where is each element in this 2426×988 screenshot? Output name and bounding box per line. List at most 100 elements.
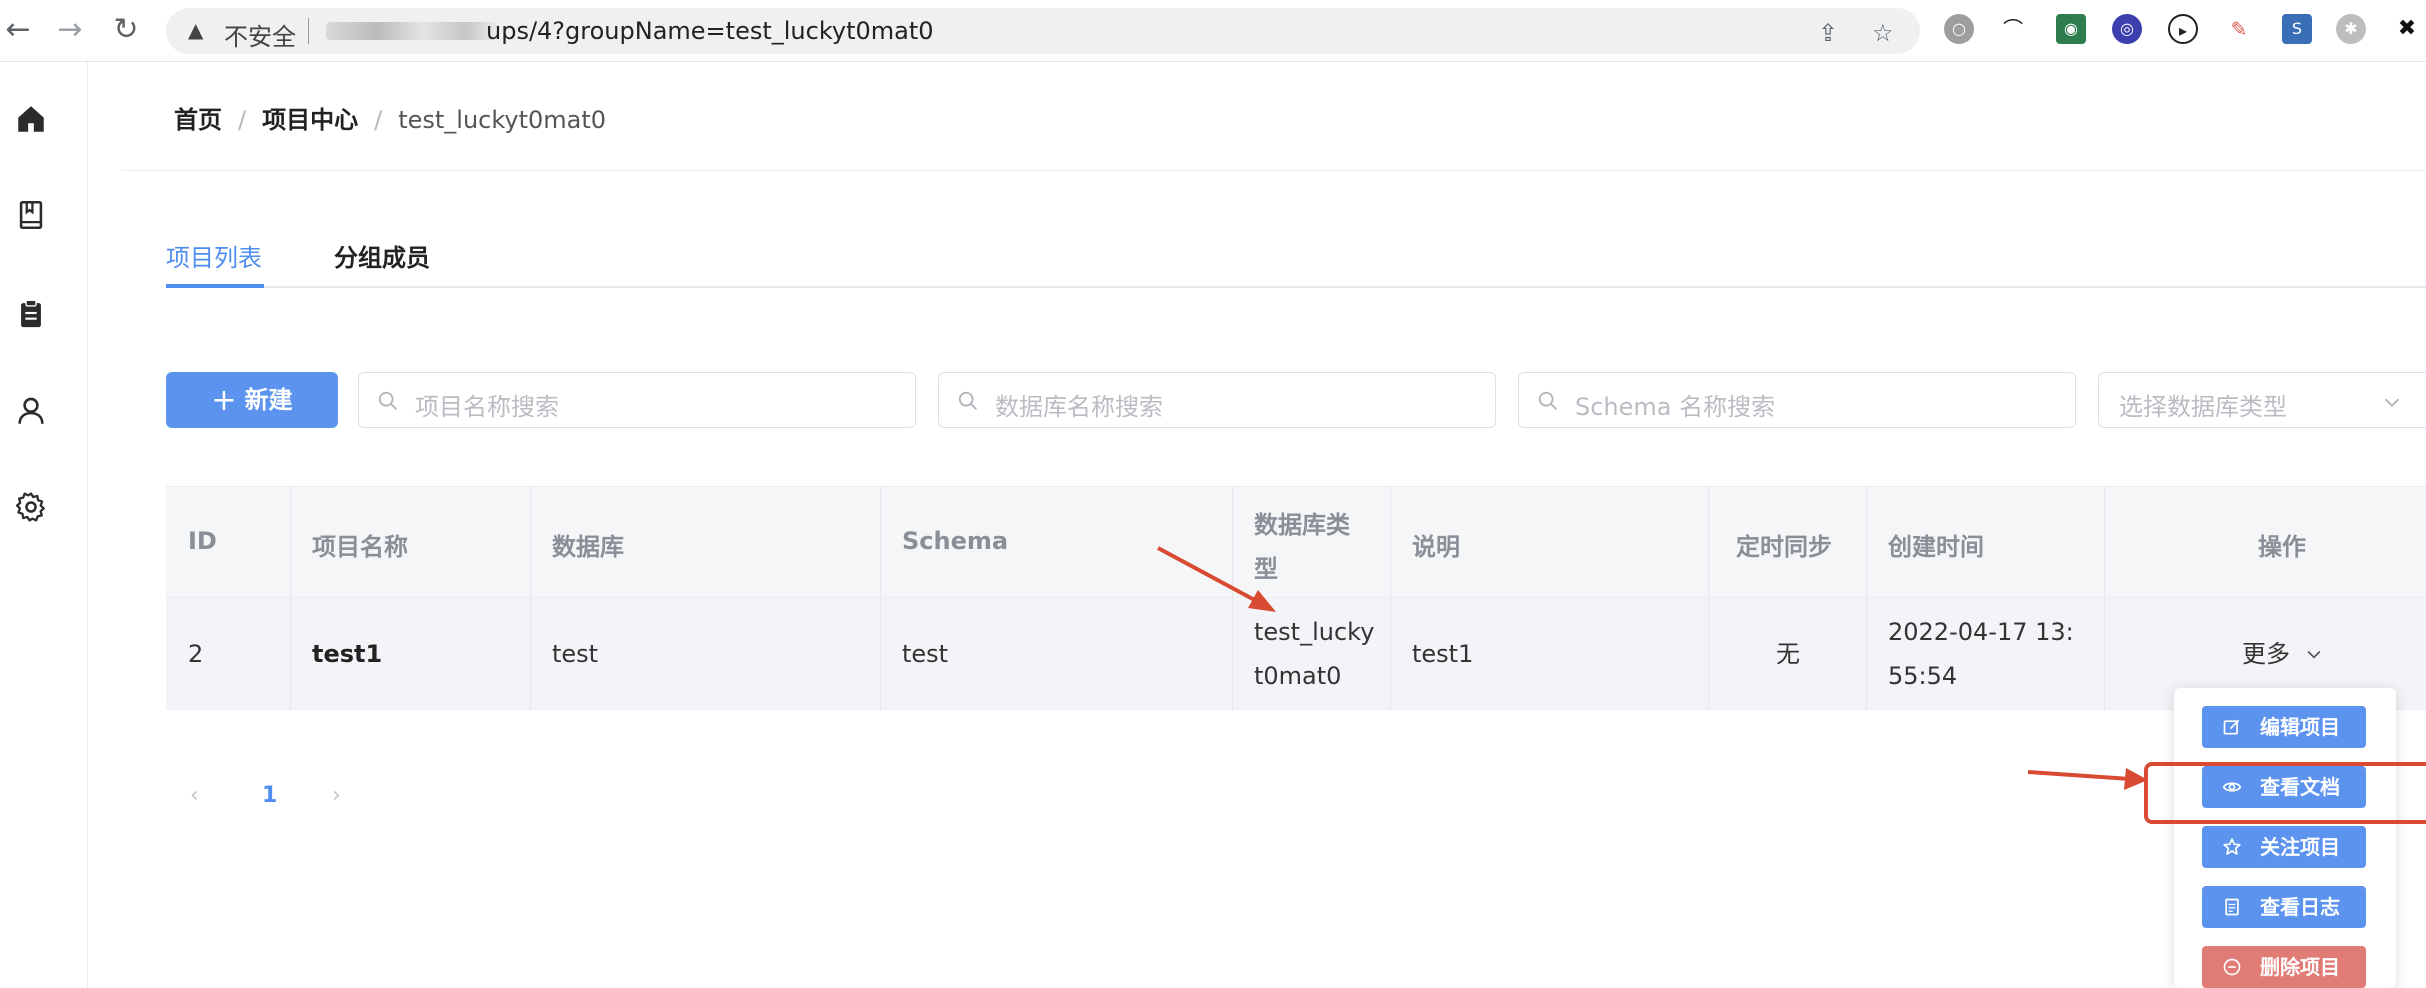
- column-divider: [1866, 486, 1867, 710]
- cell-db-type-line2: t0mat0: [1254, 662, 1342, 690]
- header-project-name: 项目名称: [312, 533, 408, 561]
- db-type-select-placeholder: 选择数据库类型: [2119, 393, 2287, 421]
- more-actions-label: 更多: [2242, 640, 2290, 668]
- table-row: 2 test1 test test test_lucky t0mat0 test…: [166, 598, 2426, 710]
- header-db-type-line1: 数据库类: [1254, 511, 1350, 539]
- more-actions-button[interactable]: 更多: [2242, 632, 2324, 676]
- column-divider: [2104, 486, 2105, 710]
- new-project-label: 新建: [244, 386, 293, 414]
- cell-schema: test: [902, 640, 949, 668]
- minus-circle-icon: [2223, 958, 2241, 976]
- tab-project-list[interactable]: 项目列表: [166, 238, 262, 273]
- annotation-arrowhead-viewdocs: [2124, 768, 2148, 790]
- gear-icon[interactable]: [14, 490, 48, 524]
- column-divider: [1708, 486, 1709, 710]
- search-icon: [958, 391, 977, 410]
- back-icon[interactable]: ←: [0, 12, 36, 48]
- cell-project-name: test1: [312, 640, 383, 668]
- extension-hat-icon[interactable]: ⌒: [1998, 14, 2028, 44]
- reload-icon[interactable]: ↻: [108, 12, 144, 48]
- tab-bar-line: [166, 286, 2426, 288]
- forward-icon[interactable]: →: [52, 12, 88, 48]
- user-icon[interactable]: [14, 394, 48, 428]
- cell-db-type-line1: test_lucky: [1254, 618, 1375, 646]
- chevron-down-icon: [2384, 398, 2400, 407]
- home-icon[interactable]: [14, 102, 48, 136]
- column-divider: [880, 486, 881, 710]
- search-icon: [378, 391, 397, 410]
- extension-feather-icon[interactable]: ✎: [2224, 14, 2254, 44]
- browser-toolbar: ← → ↻ ▲ 不安全 ups/4?groupName=test_luckyt0…: [0, 0, 2426, 62]
- view-logs-button[interactable]: 查看日志: [2202, 886, 2366, 928]
- edit-project-button[interactable]: 编辑项目: [2202, 706, 2366, 748]
- header-id: ID: [188, 527, 217, 555]
- cell-database: test: [552, 640, 599, 668]
- delete-project-button[interactable]: 删除项目: [2202, 946, 2366, 988]
- header-description: 说明: [1412, 533, 1460, 561]
- extension-green-icon[interactable]: ◉: [2056, 14, 2086, 44]
- cell-id: 2: [188, 640, 204, 668]
- edit-icon: [2223, 719, 2240, 735]
- db-name-search-input[interactable]: 数据库名称搜索: [938, 372, 1496, 428]
- db-name-search-placeholder: 数据库名称搜索: [995, 393, 1163, 421]
- breadcrumb-home[interactable]: 首页: [174, 100, 222, 135]
- tab-active-indicator: [166, 284, 264, 288]
- extension-blue-icon[interactable]: ◎: [2112, 14, 2142, 44]
- db-type-select[interactable]: 选择数据库类型: [2098, 372, 2426, 428]
- bookmark-star-icon[interactable]: ☆: [1872, 19, 1894, 47]
- column-divider: [1390, 486, 1391, 710]
- follow-project-label: 关注项目: [2260, 835, 2340, 859]
- new-project-button[interactable]: + 新建: [166, 372, 338, 428]
- share-icon[interactable]: ⇪: [1818, 19, 1838, 47]
- breadcrumb-separator: /: [238, 106, 247, 134]
- header-sync: 定时同步: [1736, 533, 1832, 561]
- header-schema: Schema: [902, 527, 1009, 555]
- column-divider: [290, 486, 291, 710]
- clipboard-icon[interactable]: [14, 296, 48, 330]
- view-docs-label: 查看文档: [2260, 775, 2340, 799]
- book-icon[interactable]: [14, 198, 48, 232]
- cell-created-line2: 55:54: [1888, 662, 1958, 690]
- pagination-next[interactable]: ›: [332, 783, 341, 808]
- log-document-icon: [2225, 898, 2239, 916]
- address-separator: [308, 18, 309, 44]
- pagination-prev[interactable]: ‹: [190, 783, 199, 808]
- cell-sync: 无: [1776, 640, 1800, 668]
- view-logs-label: 查看日志: [2260, 895, 2340, 919]
- project-name-search-placeholder: 项目名称搜索: [415, 393, 559, 421]
- chevron-down-icon: [2307, 650, 2321, 659]
- edit-project-label: 编辑项目: [2260, 715, 2340, 739]
- table-header: ID 项目名称 数据库 Schema 数据库类 型 说明 定时同步 创建时间 操…: [166, 486, 2426, 598]
- annotation-arrow-viewdocs: [2027, 770, 2131, 781]
- cell-description: test1: [1412, 640, 1474, 668]
- eye-icon: [2222, 782, 2242, 792]
- project-name-search-input[interactable]: 项目名称搜索: [358, 372, 916, 428]
- schema-name-search-input[interactable]: Schema 名称搜索: [1518, 372, 2076, 428]
- extension-cross-icon[interactable]: ✖: [2392, 14, 2422, 44]
- breadcrumb-project-center[interactable]: 项目中心: [262, 100, 358, 135]
- star-icon: [2223, 838, 2241, 855]
- extension-circle-icon[interactable]: ○: [1944, 14, 1974, 44]
- header-divider: [122, 170, 2426, 171]
- column-divider: [530, 486, 531, 710]
- delete-project-label: 删除项目: [2260, 955, 2340, 979]
- breadcrumb: 首页 / 项目中心 / test_luckyt0mat0: [174, 100, 606, 135]
- follow-project-button[interactable]: 关注项目: [2202, 826, 2366, 868]
- breadcrumb-current: test_luckyt0mat0: [398, 106, 607, 134]
- tab-group-members[interactable]: 分组成员: [334, 238, 430, 273]
- address-bar[interactable]: ▲ 不安全 ups/4?groupName=test_luckyt0mat0 ⇪…: [166, 8, 1920, 54]
- view-docs-button[interactable]: 查看文档: [2202, 766, 2366, 808]
- cell-created-line1: 2022-04-17 13:: [1888, 618, 2074, 646]
- header-database: 数据库: [552, 533, 624, 561]
- address-url: ups/4?groupName=test_luckyt0mat0: [486, 17, 934, 45]
- extension-s-icon[interactable]: S: [2282, 14, 2312, 44]
- extension-play-icon[interactable]: ▸: [2168, 14, 2198, 44]
- pagination-page-1[interactable]: 1: [262, 783, 277, 808]
- schema-name-search-placeholder: Schema 名称搜索: [1575, 393, 1776, 421]
- extension-gray-icon[interactable]: ✱: [2336, 14, 2366, 44]
- search-icon: [1538, 391, 1557, 410]
- warning-icon: ▲: [188, 18, 204, 42]
- insecure-label: 不安全: [224, 23, 296, 51]
- header-actions: 操作: [2258, 533, 2306, 561]
- plus-icon: +: [211, 383, 237, 418]
